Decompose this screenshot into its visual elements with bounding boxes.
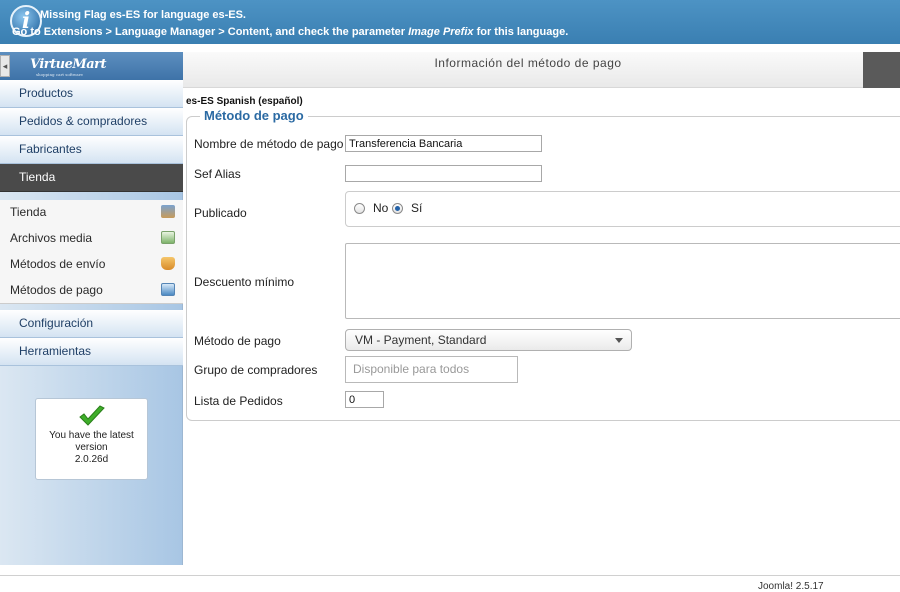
warning-text-part: for this language. <box>473 26 569 38</box>
truck-icon <box>161 257 175 270</box>
tienda-submenu: Tienda Archivos media Métodos de envío M… <box>0 200 183 304</box>
version-text-1: You have the latest <box>49 430 134 441</box>
submenu-item-archivos-media[interactable]: Archivos media <box>0 226 183 252</box>
payment-method-select[interactable]: VM - Payment, Standard <box>345 329 632 351</box>
min-discount-textarea[interactable] <box>345 243 900 319</box>
payment-name-input[interactable] <box>345 135 542 152</box>
warning-text-part: Go to Extensions > Language Manager > Co… <box>12 26 409 38</box>
language-warning-banner: i Missing Flag es-ES for language es-ES.… <box>0 0 900 44</box>
shopper-group-input[interactable]: Disponible para todos <box>345 356 518 383</box>
payment-name-label: Nombre de método de pago <box>194 137 344 151</box>
warning-line-2: Go to Extensions > Language Manager > Co… <box>12 26 568 38</box>
sidebar-item-configuracion[interactable]: Configuración <box>0 310 183 338</box>
submenu-item-tienda[interactable]: Tienda <box>0 200 183 226</box>
shopper-group-label: Grupo de compradores <box>194 363 318 377</box>
payment-method-label: Método de pago <box>194 334 281 348</box>
sidebar-item-fabricantes[interactable]: Fabricantes <box>0 136 183 164</box>
collapse-sidebar-icon[interactable]: ◂ <box>0 55 10 77</box>
published-yes-radio[interactable] <box>392 203 403 214</box>
footer-divider <box>0 575 900 576</box>
admin-sidebar: ◂ VirtueMart shopping cart software Produ… <box>0 52 183 565</box>
submenu-label: Tienda <box>10 205 47 219</box>
header-tab[interactable] <box>863 52 900 88</box>
sef-alias-label: Sef Alias <box>194 167 241 181</box>
submenu-label: Métodos de pago <box>10 283 103 297</box>
sef-alias-input[interactable] <box>345 165 542 182</box>
published-yes-label[interactable]: Sí <box>411 201 422 215</box>
published-no-radio[interactable] <box>354 203 365 214</box>
payment-icon <box>161 283 175 296</box>
logo-text: VirtueMart <box>30 57 107 72</box>
submenu-label: Métodos de envío <box>10 257 106 271</box>
min-discount-label: Descuento mínimo <box>194 275 295 289</box>
media-icon <box>161 231 175 244</box>
submenu-item-metodos-pago[interactable]: Métodos de pago <box>0 278 183 304</box>
payment-method-selected: VM - Payment, Standard <box>355 333 487 347</box>
sidebar-item-pedidos[interactable]: Pedidos & compradores <box>0 108 183 136</box>
submenu-item-metodos-envio[interactable]: Métodos de envío <box>0 252 183 278</box>
version-text-2: version <box>75 442 108 453</box>
ordering-input[interactable] <box>345 391 384 408</box>
warning-line-1: Missing Flag es-ES for language es-ES. <box>40 9 246 21</box>
page-title: Información del método de pago <box>434 56 622 70</box>
ordering-label: Lista de Pedidos <box>194 394 283 408</box>
published-label: Publicado <box>194 206 247 220</box>
published-radio-group <box>345 191 900 227</box>
fieldset-legend: Método de pago <box>200 108 308 123</box>
published-no-label[interactable]: No <box>373 201 388 215</box>
logo-tagline: shopping cart software <box>36 72 83 77</box>
version-number: 2.0.26d <box>74 454 109 465</box>
sidebar-header: ◂ VirtueMart shopping cart software <box>0 52 183 80</box>
chevron-down-icon <box>615 338 623 343</box>
sidebar-item-tienda[interactable]: Tienda <box>0 164 183 192</box>
joomla-version: Joomla! 2.5.17 <box>758 581 824 592</box>
submenu-label: Archivos media <box>10 231 93 245</box>
sidebar-item-herramientas[interactable]: Herramientas <box>0 338 183 366</box>
page-header: Información del método de pago <box>183 52 900 88</box>
language-label: es-ES Spanish (español) <box>186 96 303 107</box>
sidebar-item-productos[interactable]: Productos <box>0 80 183 108</box>
checkmark-icon <box>78 405 105 426</box>
store-icon <box>161 205 175 218</box>
parameter-name: Image Prefix <box>408 26 474 38</box>
virtuemart-logo[interactable]: VirtueMart shopping cart software <box>30 57 107 77</box>
version-status-box: You have the latest version 2.0.26d <box>35 398 148 480</box>
